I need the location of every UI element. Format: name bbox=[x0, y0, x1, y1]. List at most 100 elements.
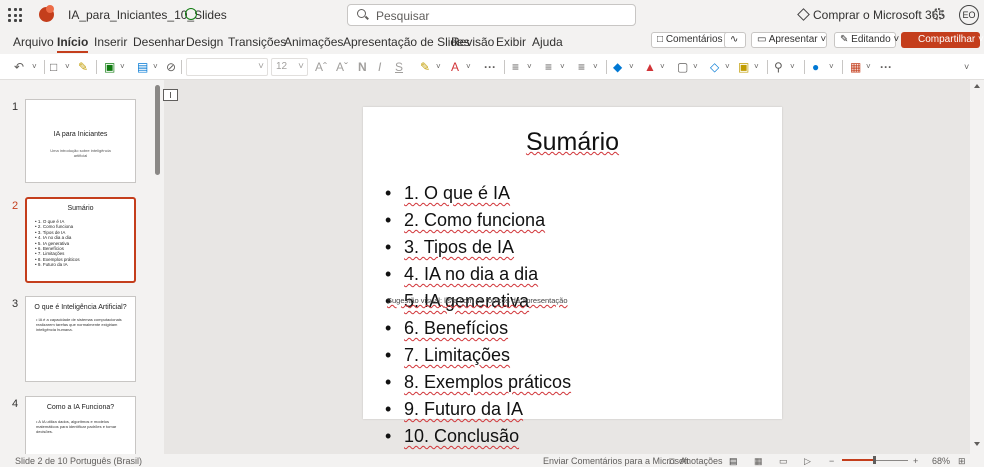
highlight-dropdown-icon[interactable]: ˅ bbox=[436, 60, 441, 74]
editing-mode-button[interactable]: ✎ Editando ˅ bbox=[834, 32, 899, 48]
font-color-icon[interactable]: A bbox=[451, 60, 459, 74]
app-launcher-icon[interactable] bbox=[8, 8, 22, 22]
language-indicator[interactable]: Português (Brasil) bbox=[70, 455, 142, 467]
shape-effects-dropdown-icon[interactable]: ˅ bbox=[725, 60, 730, 74]
slide-thumbnail-2[interactable]: Sumário 1. O que é IA 2. Como funciona 3… bbox=[25, 197, 136, 283]
arrange-icon[interactable]: ▣ bbox=[738, 60, 749, 74]
shape-outline-icon[interactable]: ▢ bbox=[677, 60, 688, 74]
designer-icon[interactable]: ▦ bbox=[850, 60, 861, 74]
bullet-text: 8. Exemplos práticos bbox=[404, 372, 572, 392]
numbering-icon[interactable]: ≡ bbox=[545, 60, 552, 74]
align-icon[interactable]: ≡ bbox=[578, 60, 585, 74]
grow-font-icon[interactable]: Aˆ bbox=[315, 60, 327, 74]
layout-icon[interactable]: ▤ bbox=[137, 60, 148, 74]
tab-arquivo[interactable]: Arquivo bbox=[13, 35, 54, 49]
paste-dropdown-icon[interactable]: ˅ bbox=[65, 60, 70, 74]
slide-count: Slide 2 de 10 bbox=[15, 456, 68, 466]
note-link: lista com os tópicos da apresentação bbox=[444, 296, 568, 305]
tab-inicio[interactable]: Início bbox=[57, 35, 89, 53]
shapes-icon[interactable]: ◆ bbox=[613, 60, 622, 74]
font-color-dropdown-icon[interactable]: ˅ bbox=[466, 60, 471, 74]
share-button[interactable]: Compartilhar ˅ bbox=[901, 32, 984, 48]
expand-ribbon-icon[interactable]: ˅ bbox=[964, 60, 969, 74]
tab-revisao[interactable]: Revisão bbox=[451, 35, 494, 49]
format-painter-icon[interactable]: ✎ bbox=[78, 60, 88, 74]
thumb-body: • A IA utiliza dados, algoritmos e model… bbox=[36, 419, 117, 434]
settings-gear-icon[interactable] bbox=[932, 8, 944, 20]
toggle-pane-icon[interactable] bbox=[163, 89, 178, 101]
editor-scrollbar[interactable] bbox=[970, 80, 984, 454]
more-font-options-icon[interactable]: ··· bbox=[484, 60, 496, 74]
undo-dropdown-icon[interactable]: ˅ bbox=[32, 60, 37, 74]
more-options-icon[interactable]: ··· bbox=[880, 60, 892, 74]
user-avatar[interactable]: EO bbox=[959, 5, 979, 25]
zoom-out-icon[interactable]: − bbox=[829, 455, 834, 467]
saved-status-icon[interactable] bbox=[185, 8, 197, 20]
layout-dropdown-icon[interactable]: ˅ bbox=[153, 60, 158, 74]
comments-button[interactable]: □ Comentários bbox=[651, 32, 729, 48]
slide-title[interactable]: Sumário bbox=[363, 128, 782, 157]
slide-thumbnail-4[interactable]: Como a IA Funciona? • A IA utiliza dados… bbox=[25, 396, 136, 454]
shape-effects-icon[interactable]: ◇ bbox=[710, 60, 719, 74]
numbering-dropdown-icon[interactable]: ˅ bbox=[560, 60, 565, 74]
thumb-body-text: IA é a capacidade de sistemas computacio… bbox=[36, 317, 122, 332]
find-icon[interactable]: ⚲ bbox=[774, 60, 783, 74]
zoom-in-icon[interactable]: + bbox=[913, 455, 918, 467]
bold-icon[interactable]: N bbox=[358, 60, 367, 74]
shape-outline-dropdown-icon[interactable]: ˅ bbox=[693, 60, 698, 74]
tab-design[interactable]: Design bbox=[186, 35, 223, 49]
tab-ajuda[interactable]: Ajuda bbox=[532, 35, 563, 49]
document-title[interactable]: IA_para_Iniciantes_10_Slides bbox=[68, 8, 227, 22]
paste-icon[interactable]: □ bbox=[50, 60, 57, 74]
bullet-item: 2. Como funciona bbox=[385, 207, 571, 234]
italic-icon[interactable]: I bbox=[378, 60, 381, 74]
thumb-title: Sumário bbox=[67, 205, 94, 212]
fit-to-window-icon[interactable]: ⊞ bbox=[958, 455, 966, 467]
slide-bullet-list[interactable]: 1. O que é IA 2. Como funciona 3. Tipos … bbox=[385, 180, 571, 450]
slideshow-icon[interactable]: ▷ bbox=[804, 455, 811, 467]
dictate-dropdown-icon[interactable]: ˅ bbox=[829, 60, 834, 74]
hide-slide-icon[interactable]: ⊘ bbox=[166, 60, 176, 74]
zoom-level[interactable]: 68% bbox=[932, 455, 950, 467]
undo-icon[interactable]: ↶ bbox=[14, 60, 24, 74]
new-slide-dropdown-icon[interactable]: ˅ bbox=[120, 60, 125, 74]
underline-icon[interactable]: S bbox=[395, 60, 403, 74]
shrink-font-icon[interactable]: Aˇ bbox=[336, 60, 348, 74]
notes-button[interactable]: Anotações bbox=[680, 455, 723, 467]
designer-dropdown-icon[interactable]: ˅ bbox=[866, 60, 871, 74]
new-slide-icon[interactable]: ▣ bbox=[104, 60, 115, 74]
catch-up-icon[interactable]: ∿ bbox=[724, 32, 746, 48]
highlight-icon[interactable]: ✎ bbox=[420, 60, 430, 74]
zoom-slider-thumb[interactable] bbox=[873, 456, 876, 464]
slide-thumbnail-3[interactable]: O que é Inteligência Artificial? • IA é … bbox=[25, 296, 136, 382]
visual-suggestion-note[interactable]: Sugestão visual: lista com os tópicos da… bbox=[387, 296, 568, 305]
tab-transicoes[interactable]: Transições bbox=[228, 35, 286, 49]
shape-fill-icon[interactable]: ▲ bbox=[644, 60, 656, 74]
slide-thumbnail-1[interactable]: IA para Iniciantes Uma introdução sobre … bbox=[25, 99, 136, 183]
dictate-icon[interactable]: ● bbox=[812, 60, 819, 74]
slide-sorter-icon[interactable]: ▦ bbox=[754, 455, 763, 467]
font-family-select[interactable]: ​˅ bbox=[186, 58, 268, 76]
powerpoint-logo-icon[interactable] bbox=[39, 5, 54, 22]
normal-view-icon[interactable]: ▤ bbox=[729, 455, 738, 467]
bullets-dropdown-icon[interactable]: ˅ bbox=[527, 60, 532, 74]
search-box[interactable]: Pesquisar bbox=[347, 4, 636, 26]
font-size-select[interactable]: 12 ˅ bbox=[271, 58, 308, 76]
find-dropdown-icon[interactable]: ˅ bbox=[790, 60, 795, 74]
reading-view-icon[interactable]: ▭ bbox=[779, 455, 788, 467]
tab-desenhar[interactable]: Desenhar bbox=[133, 35, 185, 49]
tab-inserir[interactable]: Inserir bbox=[94, 35, 127, 49]
shapes-dropdown-icon[interactable]: ˅ bbox=[629, 60, 634, 74]
present-button[interactable]: ▭ Apresentar ˅ bbox=[751, 32, 827, 48]
arrange-dropdown-icon[interactable]: ˅ bbox=[754, 60, 759, 74]
tab-animacoes[interactable]: Animações bbox=[284, 35, 343, 49]
buy-microsoft-365-link[interactable]: Comprar o Microsoft 365 bbox=[813, 8, 945, 22]
thumb-title: O que é Inteligência Artificial? bbox=[34, 304, 127, 311]
send-feedback-link[interactable]: Enviar Comentários para a Microsoft bbox=[543, 455, 689, 467]
thumbnail-scrollbar[interactable] bbox=[155, 85, 160, 175]
bullet-item: 4. IA no dia a dia bbox=[385, 261, 571, 288]
shape-fill-dropdown-icon[interactable]: ˅ bbox=[660, 60, 665, 74]
tab-exibir[interactable]: Exibir bbox=[496, 35, 526, 49]
align-dropdown-icon[interactable]: ˅ bbox=[593, 60, 598, 74]
bullets-icon[interactable]: ≡ bbox=[512, 60, 519, 74]
